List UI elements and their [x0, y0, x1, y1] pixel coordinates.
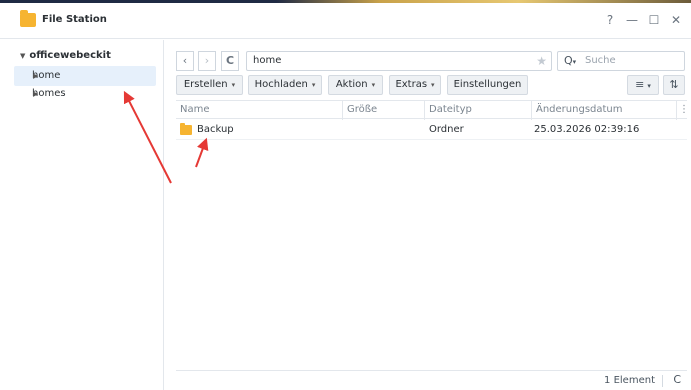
- refresh-icon[interactable]: C: [673, 373, 681, 386]
- dropdown-icon: ▾: [231, 81, 236, 89]
- maximize-icon[interactable]: ☐: [647, 13, 661, 27]
- minimize-icon[interactable]: —: [625, 13, 639, 27]
- caret-down-icon[interactable]: ▼: [20, 52, 25, 60]
- upload-button[interactable]: Hochladen ▾: [248, 75, 322, 95]
- path-text: home: [253, 55, 282, 66]
- caret-right-icon[interactable]: ▶: [33, 84, 38, 104]
- table-header: Name Größe Dateityp Änderungsdatum ⋮: [176, 100, 689, 120]
- list-view-button[interactable]: ≡ ▾: [627, 75, 659, 95]
- create-button[interactable]: Erstellen ▾: [176, 75, 243, 95]
- sort-icon: ⇅: [669, 78, 679, 91]
- table-row[interactable]: Backup Ordner 25.03.2026 02:39:16: [176, 120, 687, 140]
- back-button[interactable]: ‹: [176, 51, 194, 71]
- column-header-modified[interactable]: Änderungsdatum: [531, 101, 676, 120]
- sidebar-item-homes[interactable]: ▶ homes: [14, 84, 156, 104]
- title-bar: File Station ? — ☐ ✕: [0, 3, 691, 39]
- caret-right-icon[interactable]: ▶: [33, 66, 38, 86]
- folder-icon: [180, 123, 192, 135]
- forward-button[interactable]: ›: [198, 51, 216, 71]
- search-placeholder: Suche: [585, 55, 616, 66]
- action-button[interactable]: Aktion ▾: [328, 75, 383, 95]
- column-header-name[interactable]: Name: [176, 101, 342, 120]
- column-header-size[interactable]: Größe: [342, 101, 424, 120]
- dropdown-icon: ▾: [311, 81, 316, 89]
- column-header-type[interactable]: Dateityp: [424, 101, 531, 120]
- tree-root[interactable]: ▼ officewebeckit: [20, 50, 111, 61]
- settings-button[interactable]: Einstellungen: [447, 75, 528, 95]
- dropdown-icon: ▾: [431, 81, 435, 89]
- path-field[interactable]: home ★: [246, 51, 552, 71]
- column-menu-icon[interactable]: ⋮: [676, 101, 689, 120]
- status-bar: 1 Element C: [176, 370, 687, 390]
- refresh-button[interactable]: C: [221, 51, 239, 71]
- list-view-icon: ≡: [635, 78, 645, 91]
- search-input[interactable]: Q▾ Suche: [557, 51, 685, 71]
- item-count: 1 Element: [604, 375, 655, 386]
- dropdown-icon: ▾: [371, 81, 376, 89]
- row-type: Ordner: [429, 124, 464, 135]
- tree-root-label: officewebeckit: [29, 50, 111, 61]
- sidebar-item-home[interactable]: ▶ home: [14, 66, 156, 86]
- file-station-icon: [20, 10, 36, 27]
- favorite-star-icon[interactable]: ★: [536, 52, 547, 70]
- divider: [662, 375, 663, 387]
- row-name[interactable]: Backup: [197, 120, 234, 140]
- sidebar: ▼ officewebeckit ▶ home ▶ homes: [0, 40, 164, 390]
- row-modified: 25.03.2026 02:39:16: [534, 124, 640, 135]
- window-title: File Station: [42, 14, 107, 25]
- search-icon[interactable]: Q▾: [564, 52, 576, 71]
- close-icon[interactable]: ✕: [669, 13, 683, 27]
- extras-button[interactable]: Extras ▾: [389, 75, 441, 95]
- help-icon[interactable]: ?: [603, 13, 617, 27]
- annotation-arrow-backup: [195, 137, 209, 168]
- sort-button[interactable]: ⇅: [663, 75, 685, 95]
